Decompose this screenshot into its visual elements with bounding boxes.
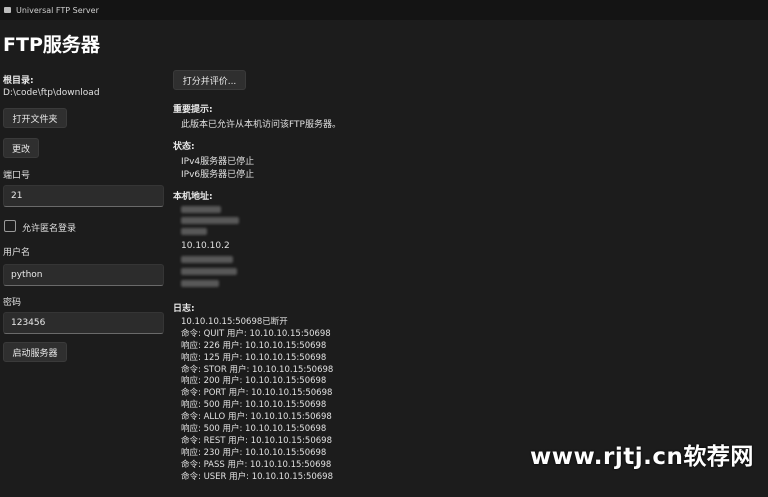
log-line: 命令: USER 用户: 10.10.10.15:50698 (181, 471, 334, 482)
password-label: 密码 (3, 298, 22, 308)
redacted-address (181, 228, 207, 235)
log-line: 响应: 230 用户: 10.10.10.15:50698 (181, 447, 327, 458)
log-line: 命令: PASS 用户: 10.10.10.15:50698 (181, 459, 332, 470)
status-ipv6: IPv6服务器已停止 (181, 170, 255, 180)
watermark: www.rjtj.cn软荐网 (530, 444, 754, 470)
log-line: 响应: 125 用户: 10.10.10.15:50698 (181, 352, 327, 363)
username-input[interactable]: python (3, 264, 164, 286)
password-input[interactable]: 123456 (3, 312, 164, 334)
log-line: 命令: PORT 用户: 10.10.10.15:50698 (181, 388, 333, 399)
port-input[interactable]: 21 (3, 185, 164, 207)
log-list: 10.10.10.15:50698已断开 命令: QUIT 用户: 10.10.… (181, 317, 333, 483)
log-line: 响应: 500 用户: 10.10.10.15:50698 (181, 424, 327, 435)
title-bar[interactable]: Universal FTP Server (0, 0, 768, 20)
redacted-address (181, 268, 237, 275)
local-address-label: 本机地址: (173, 192, 213, 202)
redacted-address (181, 256, 233, 263)
status-ipv4: IPv4服务器已停止 (181, 157, 255, 167)
redacted-address (181, 206, 221, 213)
page-title: FTP服务器 (3, 34, 100, 56)
window-title: Universal FTP Server (16, 5, 99, 15)
open-folder-button[interactable]: 打开文件夹 (3, 108, 67, 128)
anonymous-login-checkbox[interactable] (4, 220, 16, 232)
log-line: 命令: QUIT 用户: 10.10.10.15:50698 (181, 328, 331, 339)
notice-label: 重要提示: (173, 105, 213, 115)
notice-text: 此版本已允许从本机访问该FTP服务器。 (181, 120, 341, 130)
port-label: 端口号 (3, 171, 31, 181)
log-line: 响应: 500 用户: 10.10.10.15:50698 (181, 400, 327, 411)
username-label: 用户名 (3, 248, 31, 258)
log-line: 响应: 226 用户: 10.10.10.15:50698 (181, 340, 327, 351)
log-line: 命令: STOR 用户: 10.10.10.15:50698 (181, 364, 334, 375)
log-line: 10.10.10.15:50698已断开 (181, 317, 288, 327)
change-button[interactable]: 更改 (3, 138, 39, 158)
root-dir-path: D:\code\ftp\download (3, 88, 100, 98)
local-address: 10.10.10.2 (181, 241, 230, 251)
app-icon (4, 7, 11, 13)
log-label: 日志: (173, 304, 195, 314)
start-server-button[interactable]: 启动服务器 (3, 342, 67, 362)
anonymous-login-label: 允许匿名登录 (22, 224, 77, 234)
rate-review-button[interactable]: 打分并评价... (173, 70, 246, 90)
log-line: 响应: 200 用户: 10.10.10.15:50698 (181, 376, 327, 387)
root-dir-label: 根目录: (3, 76, 34, 86)
redacted-address (181, 280, 219, 287)
status-label: 状态: (173, 142, 195, 152)
log-line: 命令: REST 用户: 10.10.10.15:50698 (181, 435, 332, 446)
redacted-address (181, 217, 239, 224)
log-line: 命令: ALLO 用户: 10.10.10.15:50698 (181, 412, 332, 423)
